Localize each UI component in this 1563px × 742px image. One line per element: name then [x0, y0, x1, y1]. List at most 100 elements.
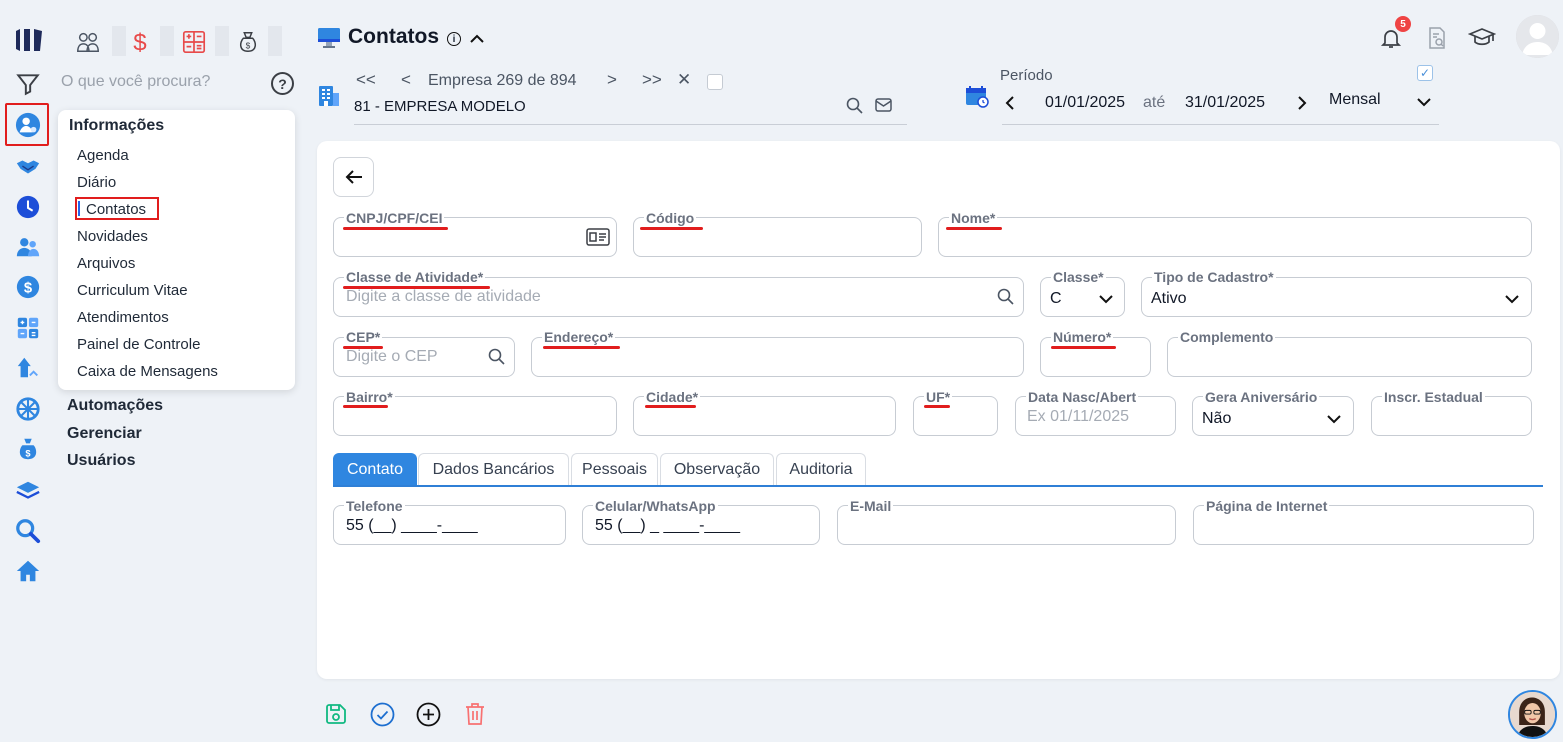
- chevron-down-icon[interactable]: [1416, 95, 1432, 113]
- home-icon[interactable]: [14, 557, 42, 585]
- periodo-checkbox[interactable]: ✓: [1417, 65, 1433, 81]
- logo-icon: [16, 29, 42, 51]
- menu-item-atendimentos[interactable]: Atendimentos: [77, 309, 169, 326]
- inscr-estadual-label: Inscr. Estadual: [1382, 389, 1485, 405]
- gera-aniversario-label: Gera Aniversário: [1203, 389, 1320, 405]
- empresa-close-button[interactable]: ✕: [677, 70, 691, 90]
- classe-label: Classe*: [1051, 269, 1106, 285]
- menu-item-mensagens[interactable]: Caixa de Mensagens: [77, 363, 218, 380]
- trash-icon: [466, 703, 484, 725]
- cep-label: CEP*: [344, 329, 383, 345]
- empresa-checkbox[interactable]: [707, 74, 723, 90]
- confirm-button[interactable]: [369, 701, 395, 727]
- globe-icon[interactable]: [14, 395, 42, 423]
- search-input[interactable]: O que você procura?: [61, 73, 210, 91]
- accounting-grid-icon[interactable]: [180, 28, 208, 56]
- celular-label: Celular/WhatsApp: [593, 498, 718, 514]
- menu-item-arquivos[interactable]: Arquivos: [77, 255, 135, 272]
- back-button[interactable]: [333, 157, 374, 197]
- document-search-icon[interactable]: [1425, 26, 1449, 55]
- calendar-icon: [965, 84, 989, 108]
- handshake-icon[interactable]: [14, 153, 42, 181]
- period-next-icon[interactable]: [1296, 95, 1308, 116]
- nome-field[interactable]: [938, 217, 1532, 257]
- empresa-counter: Empresa 269 de 894: [428, 72, 577, 89]
- chart-arrow-icon[interactable]: [14, 354, 42, 382]
- menu-group-usuarios[interactable]: Usuários: [67, 452, 135, 470]
- periodo-underline: [1002, 124, 1439, 125]
- arrow-left-icon: [345, 170, 362, 184]
- search-zoom-icon[interactable]: [14, 517, 42, 545]
- delete-button[interactable]: [462, 701, 488, 727]
- period-prev-icon[interactable]: [1004, 95, 1016, 116]
- tab-observacao[interactable]: Observação: [660, 453, 774, 486]
- svg-text:$: $: [25, 448, 31, 458]
- empresa-prev-button[interactable]: <: [401, 70, 411, 90]
- menu-item-novidades[interactable]: Novidades: [77, 228, 148, 245]
- app-logo[interactable]: [14, 27, 44, 53]
- menu-item-agenda[interactable]: Agenda: [77, 147, 129, 164]
- email-label: E-Mail: [848, 498, 894, 514]
- chevron-down-icon[interactable]: [1504, 292, 1520, 310]
- date-from-input[interactable]: 01/01/2025: [1045, 94, 1125, 112]
- tab-auditoria[interactable]: Auditoria: [776, 453, 866, 486]
- save-icon: [326, 704, 346, 724]
- empresa-first-button[interactable]: <<: [356, 70, 376, 90]
- codigo-underline: [640, 227, 703, 230]
- save-button[interactable]: [323, 701, 349, 727]
- menu-group-automacoes[interactable]: Automações: [67, 397, 163, 415]
- dollar-icon[interactable]: $: [14, 273, 42, 301]
- filter-icon[interactable]: [14, 70, 42, 98]
- endereco-label: Endereço*: [542, 329, 616, 345]
- toolbar-separator: [215, 26, 229, 56]
- menu-group-gerenciar[interactable]: Gerenciar: [67, 425, 142, 443]
- period-type-select[interactable]: Mensal: [1329, 91, 1381, 109]
- users-icon[interactable]: [14, 233, 42, 261]
- empresa-last-button[interactable]: >>: [642, 70, 662, 90]
- add-button[interactable]: [415, 701, 441, 727]
- search-icon[interactable]: [488, 348, 505, 370]
- pagina-internet-label: Página de Internet: [1204, 498, 1330, 514]
- chevron-down-icon[interactable]: [1326, 412, 1342, 430]
- svg-text:$: $: [24, 281, 33, 297]
- data-nasc-placeholder: Ex 01/11/2025: [1027, 408, 1130, 425]
- tab-pessoais[interactable]: Pessoais: [571, 453, 658, 486]
- tab-dados-bancarios[interactable]: Dados Bancários: [418, 453, 569, 486]
- info-icon[interactable]: i: [447, 32, 461, 46]
- graduation-cap-icon[interactable]: [1467, 26, 1497, 55]
- telefone-value: 55 (__) ____-____: [346, 517, 478, 534]
- empresa-underline: [354, 124, 907, 125]
- endereco-underline: [543, 346, 620, 349]
- toolbar-separator: [268, 26, 282, 56]
- contacts-icon[interactable]: [14, 111, 42, 139]
- assistant-avatar[interactable]: [1508, 690, 1557, 739]
- help-icon[interactable]: ?: [271, 72, 294, 95]
- mail-icon[interactable]: [875, 98, 892, 118]
- tab-contato[interactable]: Contato: [333, 453, 417, 486]
- chevron-down-icon[interactable]: [1098, 292, 1114, 310]
- clock-icon[interactable]: [14, 193, 42, 221]
- menu-item-painel[interactable]: Painel de Controle: [77, 336, 200, 353]
- calculator-icon[interactable]: [14, 314, 42, 342]
- search-icon[interactable]: [997, 288, 1014, 310]
- user-avatar[interactable]: [1516, 15, 1559, 58]
- money-bag-outline-icon[interactable]: $: [234, 28, 262, 56]
- id-card-icon[interactable]: [586, 227, 610, 252]
- menu-title: Informações: [69, 117, 165, 134]
- date-to-input[interactable]: 31/01/2025: [1185, 94, 1265, 112]
- empresa-next-button[interactable]: >: [607, 70, 617, 90]
- menu-item-contatos[interactable]: Contatos: [86, 201, 146, 218]
- chevron-up-icon[interactable]: [469, 32, 485, 51]
- data-nasc-label: Data Nasc/Abert: [1026, 389, 1139, 405]
- cnpj-label: CNPJ/CPF/CEI: [344, 210, 445, 226]
- group-users-icon[interactable]: [74, 28, 102, 56]
- check-circle-icon: [370, 702, 394, 726]
- menu-item-diario[interactable]: Diário: [77, 174, 116, 191]
- info-menu: Informações Agenda Diário Contatos Novid…: [58, 110, 295, 390]
- layers-icon[interactable]: [14, 477, 42, 505]
- search-icon[interactable]: [846, 97, 863, 119]
- menu-item-curriculum[interactable]: Curriculum Vitae: [77, 282, 188, 299]
- money-bag-icon[interactable]: $: [14, 435, 42, 463]
- finance-dollar-icon[interactable]: $: [126, 28, 154, 56]
- empresa-name[interactable]: 81 - EMPRESA MODELO: [354, 98, 526, 115]
